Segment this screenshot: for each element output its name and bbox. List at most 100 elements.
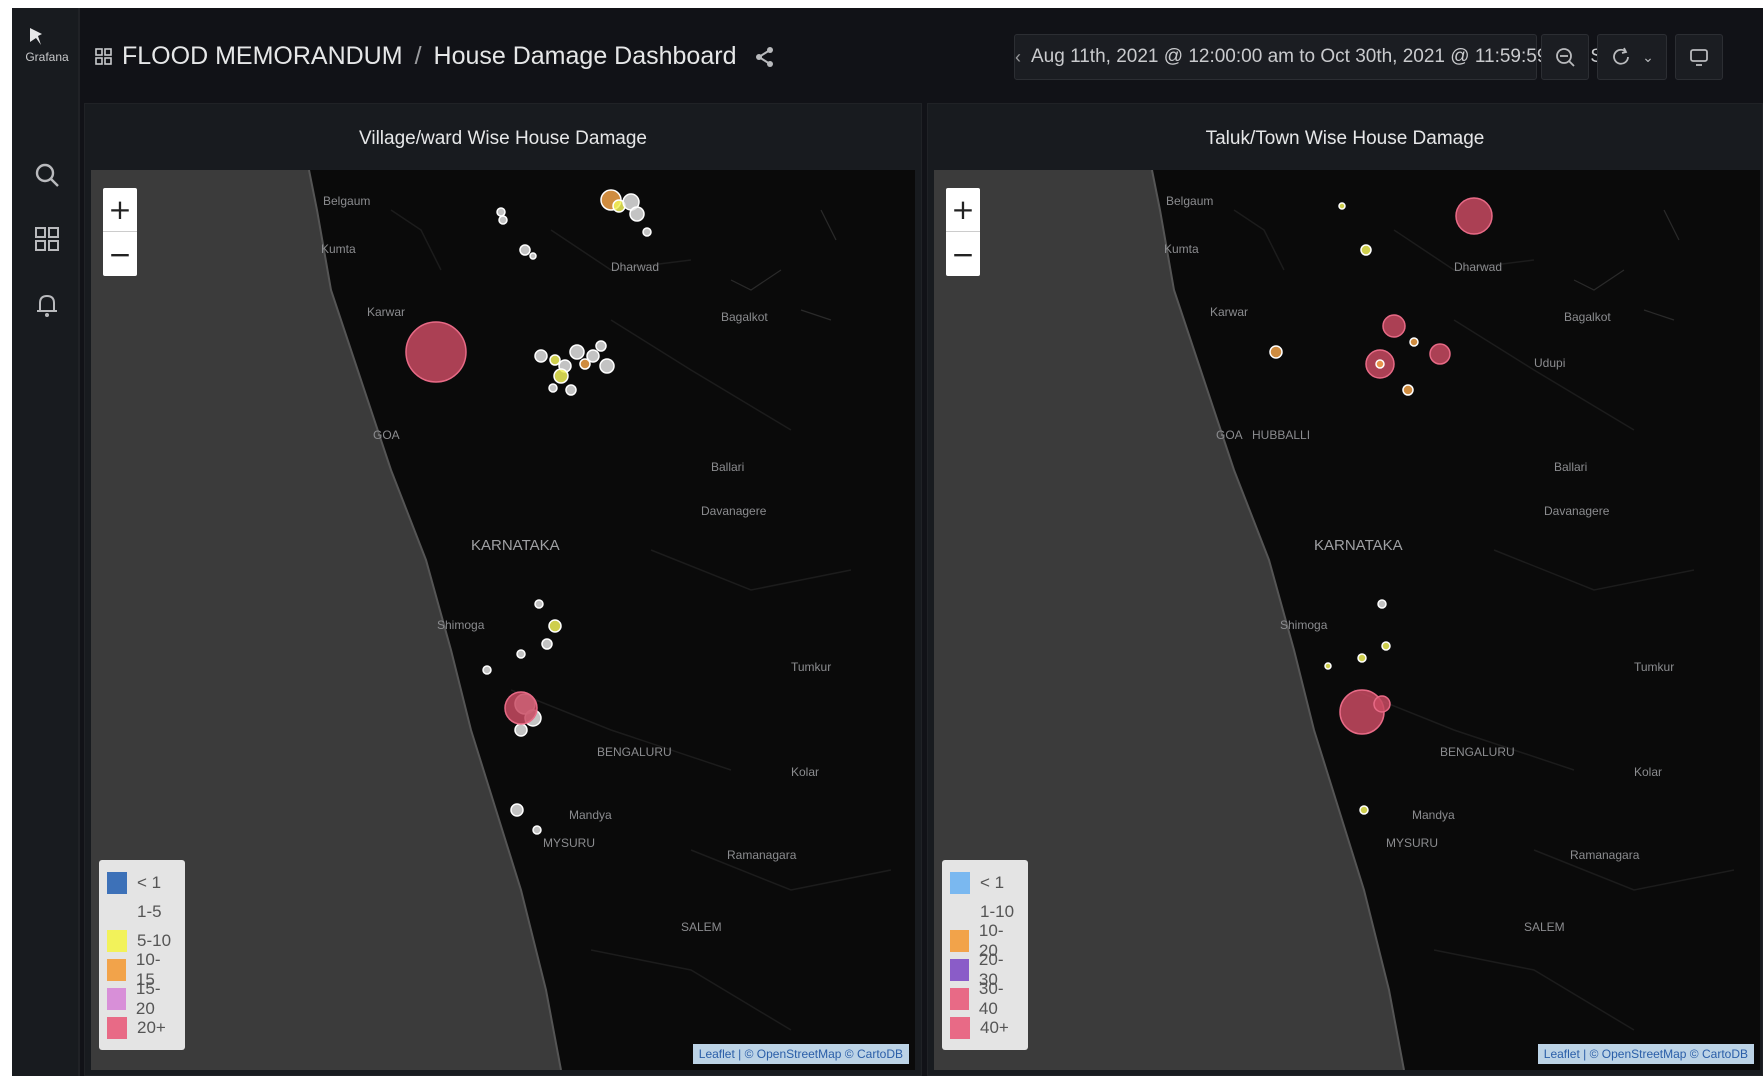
damage-marker[interactable] — [586, 349, 600, 363]
damage-marker[interactable] — [1324, 662, 1332, 670]
share-icon[interactable] — [754, 46, 776, 68]
damage-marker[interactable] — [534, 349, 548, 363]
damage-markers-layer — [405, 189, 652, 835]
map-label-place: Ballari — [711, 460, 745, 474]
map-label-place: Bagalkot — [1564, 310, 1611, 324]
legend-label: 40+ — [980, 1017, 1009, 1037]
map-label-place: Bagalkot — [721, 310, 768, 324]
damage-marker[interactable] — [534, 599, 544, 609]
search-icon[interactable] — [32, 160, 62, 190]
alerting-bell-icon[interactable] — [32, 290, 62, 320]
map-label-place: Tumkur — [1634, 660, 1675, 674]
map-label-place: Belgaum — [323, 194, 371, 208]
damage-markers-layer — [1269, 197, 1493, 815]
legend-label: < 1 — [137, 872, 162, 892]
legend-row: < 1 — [107, 868, 177, 897]
damage-marker[interactable] — [548, 619, 562, 633]
legend-label: 15-20 — [135, 978, 161, 1018]
damage-marker[interactable] — [516, 649, 526, 659]
refresh-dropdown-chevron-icon[interactable]: ⌄ — [1642, 49, 1654, 66]
damage-marker[interactable] — [519, 244, 531, 256]
grafana-logo-icon — [30, 28, 42, 45]
tv-mode-button[interactable] — [1675, 34, 1723, 80]
panel-title[interactable]: Village/ward Wise House Damage — [85, 128, 921, 150]
damage-marker[interactable] — [595, 340, 607, 352]
damage-marker[interactable] — [1429, 343, 1451, 365]
map-label-karnataka: KARNATAKA — [471, 537, 560, 554]
zoom-out-button[interactable]: − — [103, 232, 137, 276]
legend-swatch — [950, 900, 970, 923]
time-back-chevron-icon[interactable]: ‹ — [1015, 47, 1021, 68]
taluk-town-map[interactable]: KARNATAKA Belgaum Bagalkot Dharwad Karwa… — [934, 170, 1760, 1070]
damage-marker[interactable] — [1381, 641, 1391, 651]
legend-label: 1-5 — [137, 901, 162, 921]
map-label-place: HUBBALLI — [1252, 428, 1311, 442]
grafana-logo[interactable]: Grafana — [22, 26, 72, 64]
legend-label: 30-40 — [978, 978, 1004, 1018]
map-legend: < 1 1-5 5-10 10-15 15-20 20+ — [99, 860, 185, 1050]
damage-marker[interactable] — [549, 354, 561, 366]
damage-marker[interactable] — [565, 384, 577, 396]
damage-marker[interactable] — [510, 803, 524, 817]
legend-swatch — [950, 871, 970, 894]
damage-marker[interactable] — [1360, 244, 1372, 256]
dashboard-title[interactable]: House Damage Dashboard — [434, 42, 737, 71]
village-ward-map[interactable]: KARNATAKA Belgaum Bagalkot Dharwad Karwa… — [91, 170, 915, 1070]
zoom-out-time-button[interactable] — [1541, 34, 1589, 80]
map-legend: < 1 1-10 10-20 20-30 30-40 40+ — [942, 860, 1028, 1050]
damage-marker[interactable] — [1359, 805, 1369, 815]
map-label-place: Belgaum — [1166, 194, 1214, 208]
refresh-button[interactable]: ⌄ — [1597, 34, 1667, 80]
damage-marker[interactable] — [405, 321, 467, 383]
damage-marker[interactable] — [1382, 314, 1406, 338]
map-label-place: Mandya — [569, 808, 612, 822]
map-attribution[interactable]: Leaflet | © OpenStreetMap © CartoDB — [1537, 1044, 1754, 1064]
damage-marker[interactable] — [514, 723, 528, 737]
damage-marker[interactable] — [532, 825, 542, 835]
breadcrumb-folder[interactable]: FLOOD MEMORANDUM — [122, 42, 403, 71]
damage-marker[interactable] — [1377, 599, 1387, 609]
zoom-in-button[interactable]: + — [946, 188, 980, 232]
damage-marker[interactable] — [1269, 345, 1283, 359]
map-label-place: MYSURU — [1386, 836, 1439, 850]
damage-marker[interactable] — [642, 227, 652, 237]
damage-marker[interactable] — [529, 252, 537, 260]
map-label-place: Tumkur — [791, 660, 832, 674]
damage-marker[interactable] — [1357, 653, 1367, 663]
damage-marker[interactable] — [548, 383, 558, 393]
damage-marker[interactable] — [504, 691, 538, 725]
zoom-in-button[interactable]: + — [103, 188, 137, 232]
legend-swatch — [107, 871, 127, 894]
breadcrumb-separator: / — [414, 42, 422, 70]
panel-title[interactable]: Taluk/Town Wise House Damage — [928, 128, 1762, 150]
damage-marker[interactable] — [496, 207, 506, 217]
damage-marker[interactable] — [498, 215, 508, 225]
dashboards-icon[interactable] — [32, 224, 62, 254]
legend-row: 1-5 — [107, 897, 177, 926]
damage-marker[interactable] — [553, 368, 569, 384]
zoom-out-button[interactable]: − — [946, 232, 980, 276]
legend-swatch — [107, 900, 127, 923]
damage-marker[interactable] — [629, 206, 645, 222]
map-attribution[interactable]: Leaflet | © OpenStreetMap © CartoDB — [692, 1044, 909, 1064]
map-label-place: Mandya — [1412, 808, 1455, 822]
damage-marker[interactable] — [482, 665, 492, 675]
damage-marker[interactable] — [1338, 202, 1346, 210]
damage-marker[interactable] — [599, 358, 615, 374]
map-label-place: BENGALURU — [1440, 745, 1515, 759]
map-label-place: Karwar — [367, 305, 406, 319]
map-label-place: Kumta — [1164, 242, 1199, 256]
map-label-place: SALEM — [681, 920, 722, 934]
damage-marker[interactable] — [569, 344, 585, 360]
time-range-picker[interactable]: ‹ Aug 11th, 2021 @ 12:00:00 am to Oct 30… — [1014, 34, 1636, 80]
damage-marker[interactable] — [1455, 197, 1493, 235]
map-label-place: Ballari — [1554, 460, 1588, 474]
damage-marker[interactable] — [1402, 384, 1414, 396]
damage-marker[interactable] — [1375, 359, 1385, 369]
map-label-place: MYSURU — [543, 836, 596, 850]
damage-marker[interactable] — [1409, 337, 1419, 347]
map-label-place: GOA — [1216, 428, 1243, 442]
map-label-place: Davanagere — [701, 504, 767, 518]
damage-marker[interactable] — [541, 638, 553, 650]
damage-marker[interactable] — [1373, 695, 1391, 713]
